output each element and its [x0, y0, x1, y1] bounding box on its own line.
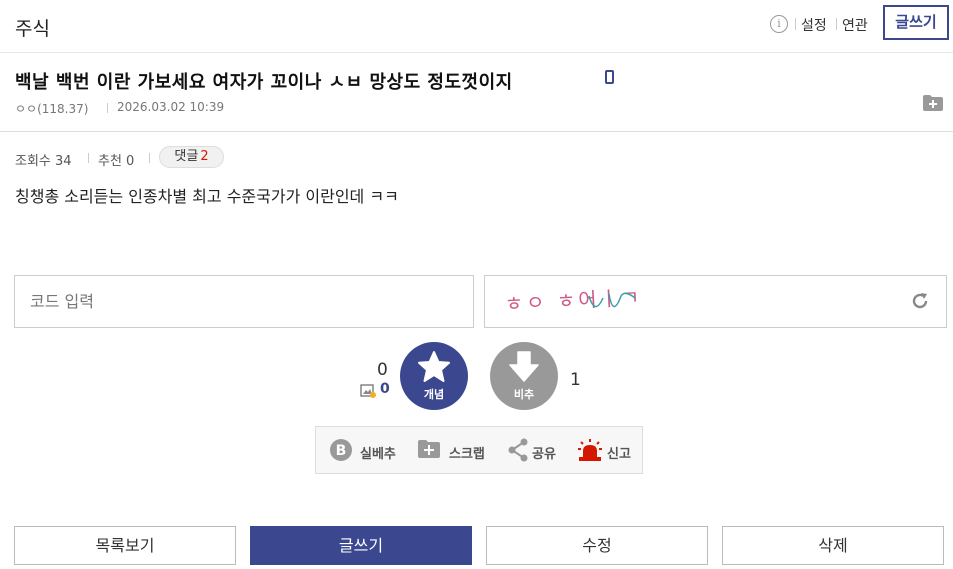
- fixed-image-icon: [360, 384, 376, 398]
- comment-label: 댓글: [174, 149, 199, 164]
- post-title: 백날 백번 이란 가보세요 여자가 꼬이나 ㅅㅂ 망상도 정도껏이지: [15, 72, 513, 93]
- divider: [149, 153, 150, 163]
- divider: [795, 18, 796, 30]
- downvote-count: 1: [570, 370, 581, 390]
- downvote-button[interactable]: 비추: [490, 342, 558, 410]
- settings-link[interactable]: 설정: [801, 15, 827, 35]
- divider: [88, 153, 89, 163]
- header-divider: [0, 131, 953, 132]
- delete-button[interactable]: 삭제: [722, 526, 944, 565]
- write-button-bottom[interactable]: 글쓰기: [250, 526, 472, 565]
- report-button[interactable]: 신고: [607, 443, 631, 462]
- captcha-text: ㅎㅇ ㅎ어ㅣㄱ: [504, 285, 643, 316]
- add-folder-icon[interactable]: [922, 94, 944, 112]
- gallery-name[interactable]: 주식: [15, 14, 50, 41]
- divider: [107, 103, 108, 113]
- share-button[interactable]: 공유: [532, 443, 556, 462]
- siren-icon[interactable]: [577, 438, 603, 462]
- list-view-button[interactable]: 목록보기: [14, 526, 236, 565]
- upvote-button[interactable]: 개념: [400, 342, 468, 410]
- post-body: 칭챙총 소리듣는 인종차별 최고 수준국가가 이란인데 ㅋㅋ: [15, 187, 399, 206]
- fixed-count: 0: [380, 381, 390, 397]
- refresh-icon[interactable]: [910, 291, 930, 311]
- post-author[interactable]: ㅇㅇ(118.37): [15, 100, 88, 117]
- divider: [836, 18, 837, 30]
- scrap-button[interactable]: 스크랩: [449, 443, 485, 462]
- captcha-image: ㅎㅇ ㅎ어ㅣㄱ: [484, 275, 947, 328]
- comment-number: 2: [200, 149, 209, 164]
- related-link[interactable]: 연관: [842, 15, 868, 35]
- share-icon[interactable]: [507, 438, 529, 462]
- upvote-label: 개념: [423, 388, 445, 401]
- view-count: 조회수 34: [15, 154, 72, 169]
- edit-button[interactable]: 수정: [486, 526, 708, 565]
- b-circle-icon[interactable]: B: [329, 438, 353, 462]
- downvote-label: 비추: [513, 388, 535, 401]
- info-icon[interactable]: i: [770, 15, 788, 33]
- svg-text:B: B: [336, 443, 347, 459]
- down-arrow-icon: [509, 351, 539, 382]
- recommend-count: 추천 0: [98, 154, 135, 169]
- star-icon: [418, 351, 450, 382]
- mobile-icon: [605, 70, 614, 84]
- silbe-recommend-button[interactable]: 실베추: [360, 443, 396, 462]
- comment-count-badge[interactable]: 댓글 2: [159, 146, 224, 168]
- captcha-code-input[interactable]: [14, 275, 474, 328]
- gallery-header: 주식 i 설정 연관 글쓰기: [0, 0, 953, 53]
- upvote-count: 0: [377, 360, 388, 380]
- post-datetime: 2026.03.02 10:39: [117, 100, 225, 114]
- folder-plus-icon[interactable]: [417, 438, 441, 460]
- write-button-top[interactable]: 글쓰기: [883, 5, 949, 40]
